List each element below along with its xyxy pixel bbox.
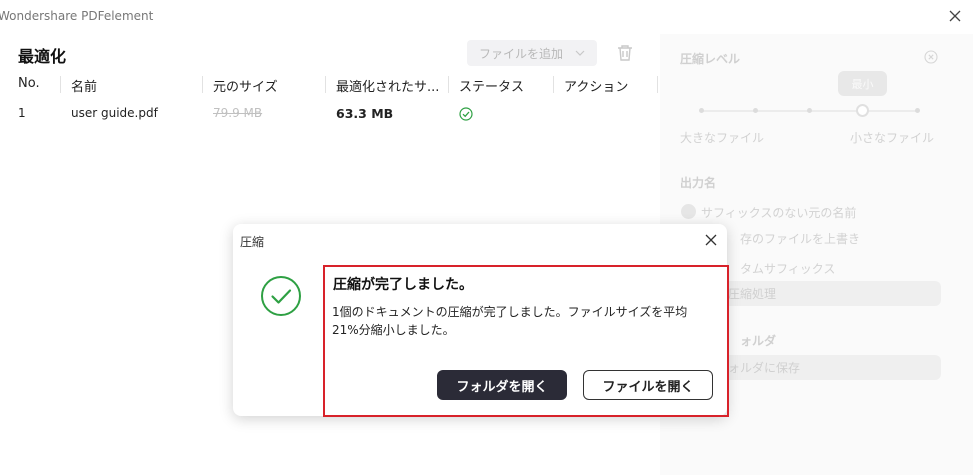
column-divider[interactable] [553,76,554,93]
close-circle-icon[interactable] [924,50,938,64]
message-title: 圧縮が完了しました。 [333,277,473,293]
chevron-down-icon [575,50,585,56]
dialog-title: 圧縮 [240,235,265,249]
slider-tooltip: 最小 [838,71,887,96]
open-folder-button[interactable]: フォルダを開く [437,370,567,400]
close-icon[interactable] [947,8,963,24]
slider-max-label: 小さなファイル [850,131,935,145]
compression-level-label: 圧縮レベル [680,52,741,66]
radio-original-name[interactable] [681,204,696,219]
slider-step[interactable] [807,108,812,113]
column-optimized-size: 最適化されたサ... [336,80,440,95]
optimized-size: 63.3 MB [336,106,394,121]
column-action: アクション [564,80,629,95]
page-title: 最適化 [18,47,67,66]
folder-select-value: ォルダに保存 [728,361,801,375]
slider-step[interactable] [915,108,920,113]
table-row[interactable]: 1 user guide.pdf 79.9 MB 63.3 MB [0,104,660,126]
table-header: No. 名前 元のサイズ 最適化されたサ... ステータス アクション [0,74,660,96]
check-circle-icon [459,107,473,121]
folder-label: ォルダ [740,334,777,348]
slider-thumb[interactable] [856,104,869,117]
column-divider[interactable] [657,76,658,93]
column-divider[interactable] [448,76,449,93]
app-title: Wondershare PDFelement [0,9,154,23]
message-body: 1個のドキュメントの圧縮が完了しました。ファイルサイズを平均21%分縮小しました… [332,305,688,337]
option-custom-suffix: タムサフィックス [740,262,836,276]
open-file-button[interactable]: ファイルを開く [583,370,713,400]
column-status: ステータス [459,80,525,95]
add-file-button[interactable]: ファイルを追加 [467,40,597,66]
title-bar: Wondershare PDFelement [0,0,973,34]
add-file-label: ファイルを追加 [478,46,563,61]
slider-step[interactable] [699,108,704,113]
check-circle-icon [261,276,301,316]
slider-step[interactable] [753,108,758,113]
column-divider[interactable] [60,76,61,93]
trash-icon[interactable] [614,42,636,64]
column-name: 名前 [71,80,98,95]
row-number: 1 [18,106,26,120]
column-divider[interactable] [325,76,326,93]
option-original-name: サフィックスのない元の名前 [701,206,857,220]
output-name-label: 出力名 [680,176,717,190]
slider-min-label: 大きなファイル [680,131,765,145]
original-size: 79.9 MB [213,106,263,120]
close-icon[interactable] [704,233,718,247]
column-divider[interactable] [202,76,203,93]
compress-complete-dialog: 圧縮 圧縮が完了しました。 1個のドキュメントの圧縮が完了しました。ファイルサイ… [233,224,729,417]
option-overwrite: 存のファイルを上書き [740,232,861,246]
column-no: No. [18,76,40,91]
column-original-size: 元のサイズ [213,80,278,95]
file-name: user guide.pdf [71,106,158,120]
